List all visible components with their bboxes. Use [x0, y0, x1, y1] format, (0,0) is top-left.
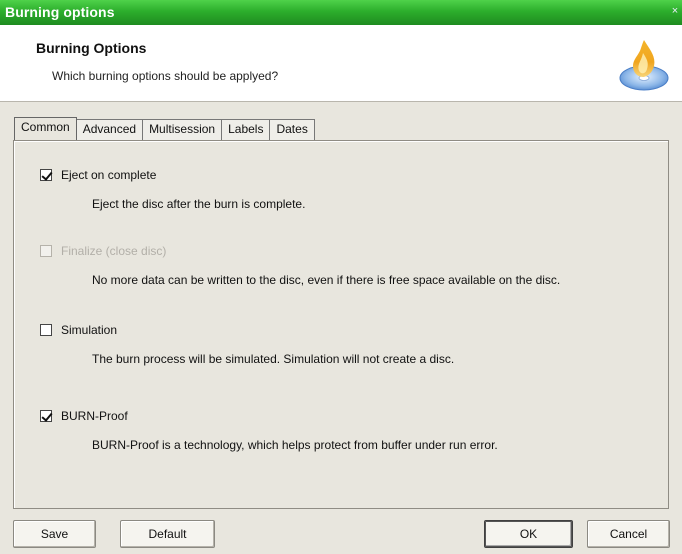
tab-common[interactable]: Common: [14, 117, 77, 140]
burning-disc-icon: [619, 40, 669, 91]
finalize-close-disc-row: Finalize (close disc): [40, 242, 660, 259]
option-simulation: Simulation The burn process will be simu…: [40, 321, 660, 366]
simulation-checkbox[interactable]: [40, 323, 52, 336]
close-icon[interactable]: ×: [668, 5, 682, 19]
finalize-close-disc-description: No more data can be written to the disc,…: [92, 273, 561, 287]
eject-on-complete-row[interactable]: Eject on complete: [40, 166, 660, 183]
tab-labels[interactable]: Labels: [221, 119, 271, 140]
simulation-label[interactable]: Simulation: [61, 323, 117, 337]
header-subtitle: Which burning options should be applyed?: [52, 69, 279, 83]
option-burn-proof: BURN-Proof BURN-Proof is a technology, w…: [40, 407, 660, 452]
title-bar[interactable]: Burning options ×: [0, 0, 682, 25]
eject-on-complete-description: Eject the disc after the burn is complet…: [92, 197, 306, 211]
tab-strip: Common Advanced Multisession Labels Date…: [14, 117, 315, 140]
option-eject-on-complete: Eject on complete Eject the disc after t…: [40, 166, 660, 211]
burn-proof-checkbox[interactable]: [40, 409, 52, 422]
burn-proof-description: BURN-Proof is a technology, which helps …: [92, 438, 498, 452]
burn-proof-row[interactable]: BURN-Proof: [40, 407, 660, 424]
dialog-header: Burning Options Which burning options sh…: [0, 25, 682, 102]
tab-advanced[interactable]: Advanced: [75, 119, 144, 140]
common-tab-panel: Eject on complete Eject the disc after t…: [13, 140, 669, 509]
burning-options-window: Burning options × Burning Options Which …: [0, 0, 682, 554]
simulation-description: The burn process will be simulated. Simu…: [92, 352, 455, 366]
finalize-close-disc-checkbox: [40, 244, 52, 257]
eject-on-complete-checkbox[interactable]: [40, 168, 52, 181]
default-button[interactable]: Default: [120, 520, 215, 548]
burn-proof-label[interactable]: BURN-Proof: [61, 409, 128, 423]
tab-dates[interactable]: Dates: [269, 119, 315, 140]
finalize-close-disc-label: Finalize (close disc): [61, 243, 167, 258]
ok-button[interactable]: OK: [484, 520, 573, 548]
cancel-button[interactable]: Cancel: [587, 520, 670, 548]
option-finalize-close-disc: Finalize (close disc) No more data can b…: [40, 242, 660, 287]
save-button[interactable]: Save: [13, 520, 96, 548]
eject-on-complete-label[interactable]: Eject on complete: [61, 168, 156, 182]
simulation-row[interactable]: Simulation: [40, 321, 660, 338]
tab-multisession[interactable]: Multisession: [142, 119, 223, 140]
window-title: Burning options: [5, 4, 115, 20]
header-title: Burning Options: [36, 40, 147, 56]
